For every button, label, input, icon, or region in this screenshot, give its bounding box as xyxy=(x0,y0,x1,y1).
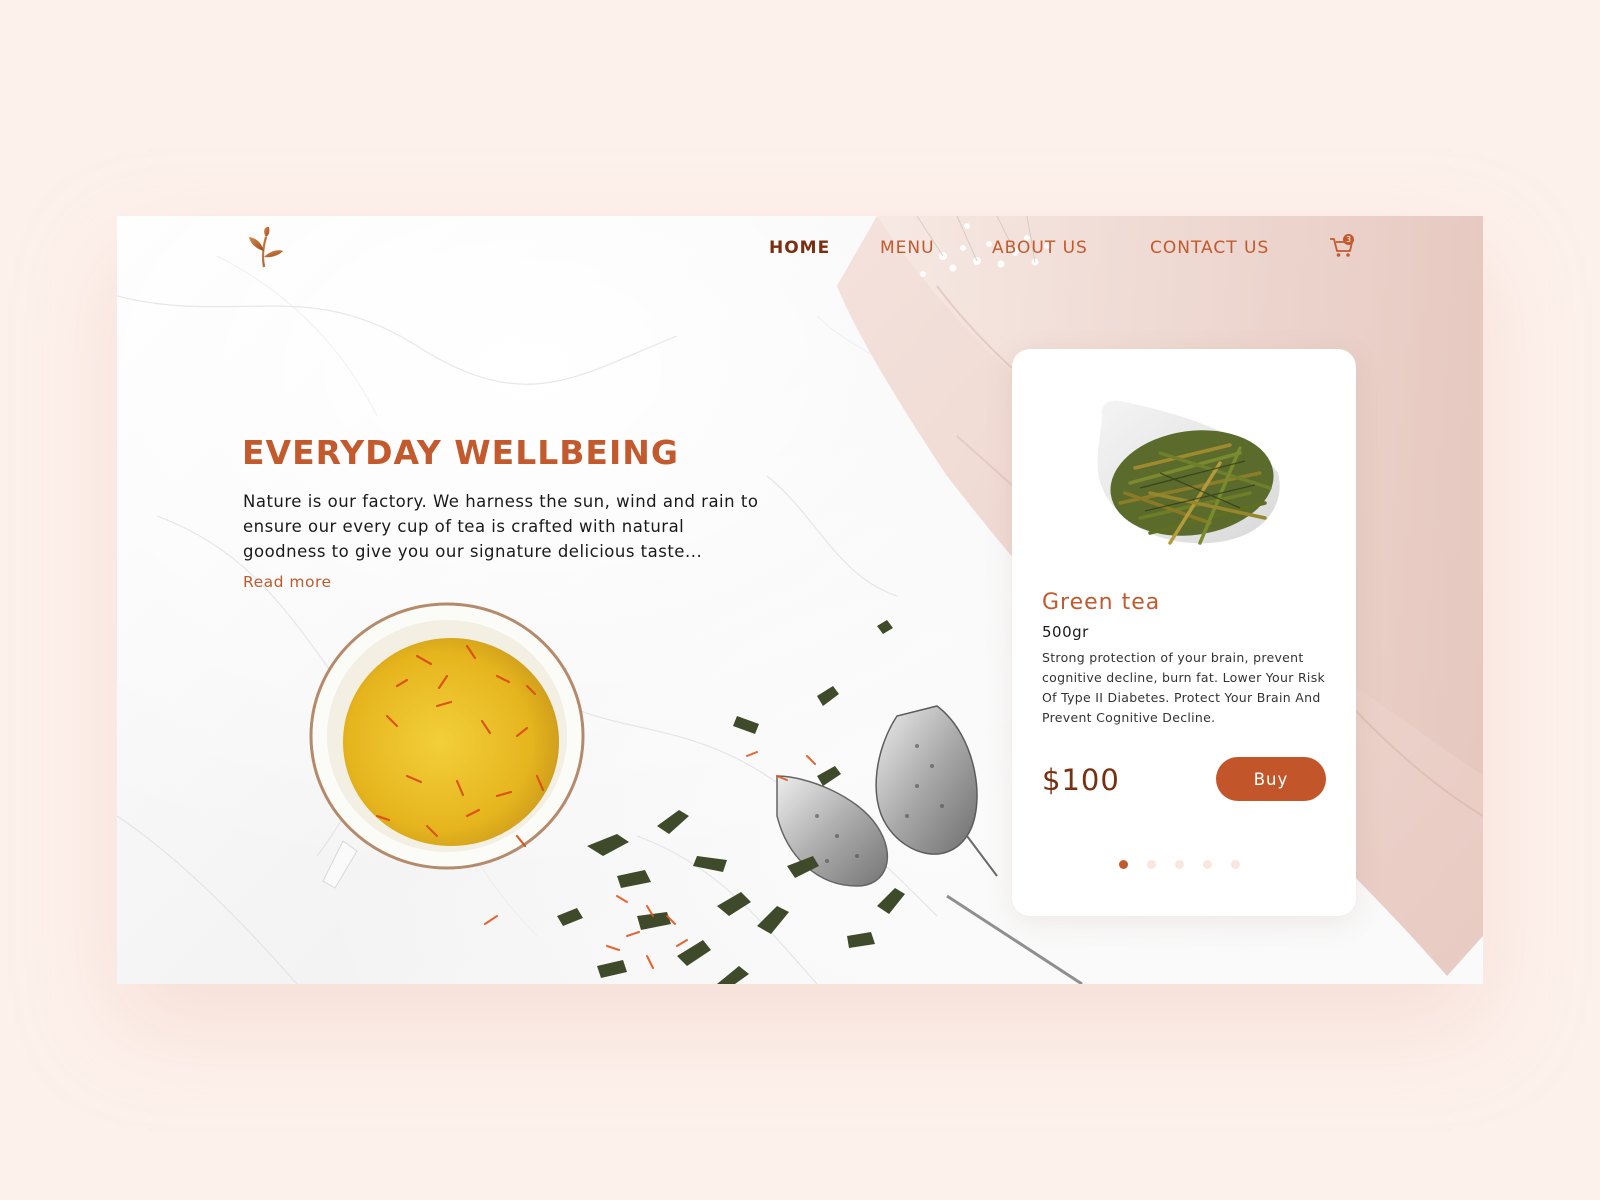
carousel-dot[interactable] xyxy=(1175,860,1184,869)
hero-description: Nature is our factory. We harness the su… xyxy=(243,492,759,561)
carousel-dot[interactable] xyxy=(1203,860,1212,869)
product-name: Green tea xyxy=(1042,590,1161,615)
product-card: Green tea 500gr Strong protection of you… xyxy=(1012,349,1356,916)
hero-title: EVERYDAY WELLBEING xyxy=(242,433,679,472)
product-price: $100 xyxy=(1042,763,1120,797)
cart-count-badge: 3 xyxy=(1343,234,1354,245)
nav-contact-us[interactable]: CONTACT US xyxy=(1150,238,1269,258)
read-more-link[interactable]: Read more xyxy=(243,573,332,591)
buy-button[interactable]: Buy xyxy=(1216,757,1326,801)
tea-cup xyxy=(309,602,585,889)
main-nav: HOME MENU ABOUT US CONTACT US 3 xyxy=(117,216,1483,278)
product-description: Strong protection of your brain, prevent… xyxy=(1042,650,1326,725)
nav-home[interactable]: HOME xyxy=(769,238,830,258)
product-weight: 500gr xyxy=(1042,623,1089,641)
nav-menu[interactable]: MENU xyxy=(880,238,935,258)
green-tea-leaves-image xyxy=(1097,400,1280,545)
carousel-dot[interactable] xyxy=(1119,860,1128,869)
cart-button[interactable]: 3 xyxy=(1328,233,1356,261)
carousel-dot[interactable] xyxy=(1147,860,1156,869)
nav-about-us[interactable]: ABOUT US xyxy=(992,238,1088,258)
carousel-dots xyxy=(1119,860,1249,870)
carousel-dot[interactable] xyxy=(1231,860,1240,869)
landing-page: HOME MENU ABOUT US CONTACT US 3 EVERYDAY… xyxy=(117,216,1483,984)
